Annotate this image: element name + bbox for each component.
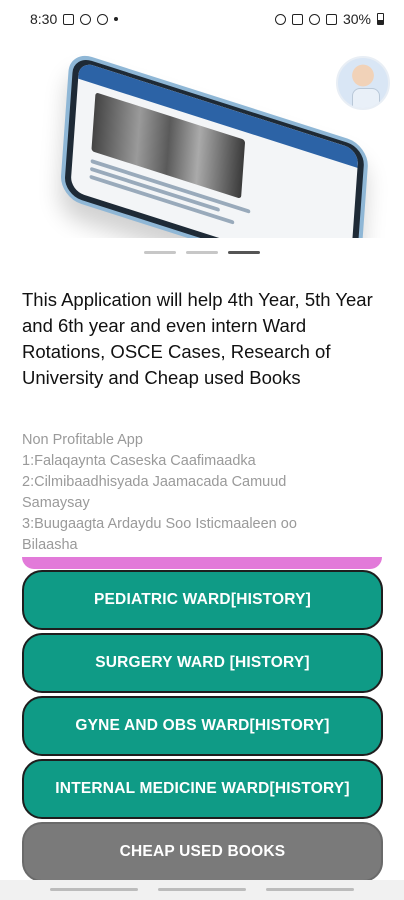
notification-dot-icon — [114, 17, 119, 21]
info-item: 3:Buugaagta Ardaydu Soo Isticmaaleen oo … — [22, 516, 297, 553]
sync-icon — [97, 13, 109, 25]
accent-strip — [22, 557, 382, 569]
cheap-used-books-button[interactable]: CHEAP USED BOOKS — [22, 822, 383, 882]
signal-icon — [325, 13, 337, 25]
pediatric-ward-button[interactable]: PEDIATRIC WARD[HISTORY] — [22, 570, 383, 630]
phone-mockup-image — [59, 50, 370, 238]
nav-recents-icon[interactable] — [50, 888, 138, 891]
app-description: This Application will help 4th Year, 5th… — [22, 289, 373, 388]
battery-percent: 30% — [342, 11, 371, 27]
surgery-ward-button[interactable]: SURGERY WARD [HISTORY] — [22, 633, 383, 693]
app-a-icon — [80, 13, 92, 25]
carousel-pager[interactable] — [0, 251, 404, 254]
pager-dot[interactable] — [186, 251, 218, 254]
internal-medicine-ward-button[interactable]: INTERNAL MEDICINE WARD[HISTORY] — [22, 759, 383, 819]
wifi-icon — [308, 13, 320, 25]
status-left: 8:30 — [30, 11, 119, 27]
info-item: 1:Falaqaynta Caseska Caafimaadka — [22, 453, 256, 469]
gyne-obs-ward-button[interactable]: GYNE AND OBS WARD[HISTORY] — [22, 696, 383, 756]
pager-dot-active[interactable] — [228, 251, 260, 254]
status-right: 30% — [274, 11, 384, 27]
info-item: 2:Cilmibaadhisyada Jaamacada Camuud Sama… — [22, 474, 287, 511]
info-title: Non Profitable App — [22, 432, 143, 448]
system-nav-bar — [0, 888, 404, 891]
doctor-avatar — [336, 56, 390, 110]
status-time: 8:30 — [30, 11, 58, 27]
gallery-icon — [63, 13, 75, 25]
nav-home-icon[interactable] — [158, 888, 246, 891]
alarm-icon — [274, 13, 286, 25]
hero-carousel[interactable] — [0, 38, 404, 238]
nav-back-icon[interactable] — [266, 888, 354, 891]
info-section: Non Profitable App 1:Falaqaynta Caseska … — [22, 430, 352, 556]
pager-dot[interactable] — [144, 251, 176, 254]
status-bar: 8:30 30% — [0, 0, 404, 38]
mute-icon — [291, 13, 303, 25]
battery-icon — [377, 13, 384, 25]
